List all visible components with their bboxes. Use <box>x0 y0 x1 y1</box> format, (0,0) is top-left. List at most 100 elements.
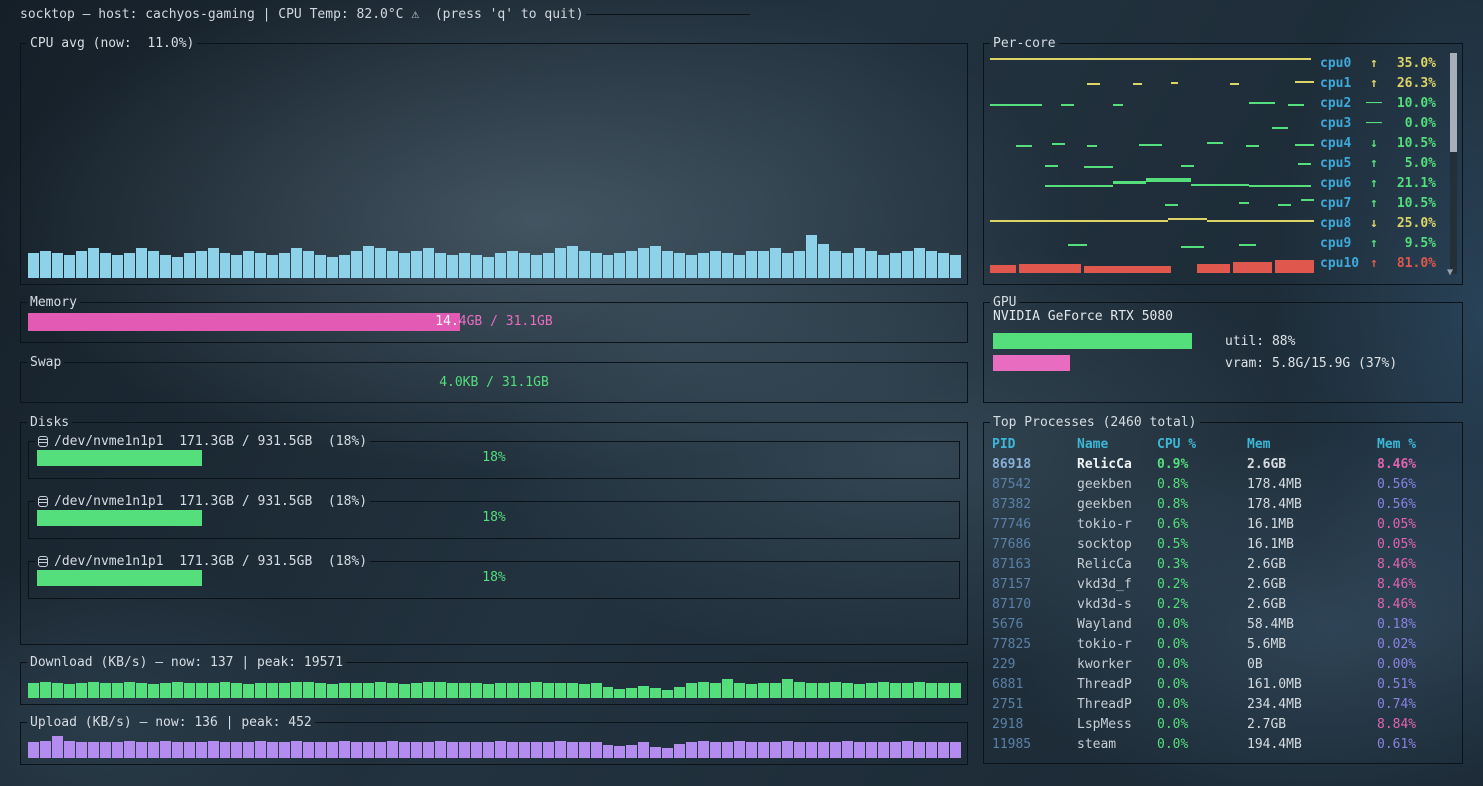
disk-icon <box>38 436 48 447</box>
histogram-bar <box>722 679 733 698</box>
spark-segment <box>1230 83 1240 85</box>
core-name: cpu0 <box>1320 56 1364 71</box>
histogram-bar <box>136 683 147 698</box>
histogram-bar <box>100 683 111 698</box>
histogram-bar <box>447 742 458 758</box>
core-sparkline <box>990 213 1314 233</box>
process-row: 87170vkd3d-s0.2%2.6GB8.46% <box>984 595 1462 615</box>
histogram-bar <box>220 682 231 698</box>
spark-segment <box>1181 165 1194 167</box>
top-processes-panel: Top Processes (2460 total) PID Name CPU … <box>983 422 1463 764</box>
histogram-bar <box>746 251 757 278</box>
gpu-util-gauge <box>993 333 1219 349</box>
per-core-scrollbar[interactable]: ▼ <box>1450 53 1457 274</box>
app-title: socktop — host: cachyos-gaming | CPU Tem… <box>20 7 586 22</box>
process-cell: 0B <box>1247 655 1377 675</box>
disk-usage-gauge: 18% <box>37 570 951 586</box>
histogram-bar <box>327 742 338 758</box>
histogram-bar <box>674 253 685 278</box>
histogram-bar <box>698 682 709 698</box>
histogram-bar <box>650 747 661 758</box>
gpu-vram-gauge <box>993 355 1219 371</box>
histogram-bar <box>543 742 554 758</box>
cpu-history-chart <box>28 49 960 278</box>
spark-segment <box>1139 144 1162 146</box>
per-core-panel-border: Per-core <box>983 34 1463 52</box>
process-cell: Wayland <box>1077 615 1157 635</box>
histogram-bar <box>76 251 87 278</box>
core-name: cpu7 <box>1320 196 1364 211</box>
scroll-down-icon[interactable]: ▼ <box>1447 267 1453 278</box>
core-trend-icon: ↓ <box>1364 216 1384 231</box>
process-cell: tokio-r <box>1077 515 1157 535</box>
process-row: 229kworker0.0%0B0.00% <box>984 655 1462 675</box>
disk-title: /dev/nvme1n1p1 171.3GB / 931.5GB (18%) <box>35 554 370 569</box>
spark-segment <box>1239 202 1249 204</box>
histogram-bar <box>148 742 159 759</box>
process-cell: 2751 <box>992 695 1077 715</box>
scrollbar-thumb[interactable] <box>1450 53 1457 152</box>
process-cell: vkd3d_f <box>1077 575 1157 595</box>
process-cell: 161.0MB <box>1247 675 1377 695</box>
histogram-bar <box>662 690 673 698</box>
core-row: cpu4↓10.5% <box>990 133 1436 153</box>
core-trend-icon: ↑ <box>1364 56 1384 71</box>
core-trend-icon: ── <box>1364 116 1384 131</box>
histogram-bar <box>112 255 123 278</box>
histogram-bar <box>950 255 961 278</box>
histogram-bar <box>758 251 769 278</box>
histogram-bar <box>543 683 554 698</box>
histogram-bar <box>555 248 566 278</box>
process-cell: 2.6GB <box>1247 455 1377 475</box>
histogram-bar <box>40 251 51 278</box>
histogram-bar <box>351 251 362 278</box>
core-trend-icon: ↑ <box>1364 156 1384 171</box>
histogram-bar <box>459 683 470 698</box>
histogram-bar <box>220 253 231 278</box>
process-row: 77825tokio-r0.0%5.6MB0.02% <box>984 635 1462 655</box>
gpu-vram-fill <box>993 355 1070 371</box>
process-cell: 194.4MB <box>1247 735 1377 755</box>
histogram-bar <box>112 683 123 698</box>
core-percent: 0.0% <box>1384 116 1436 131</box>
histogram-bar <box>519 742 530 759</box>
process-cell: 0.0% <box>1157 635 1247 655</box>
histogram-bar <box>758 683 769 698</box>
core-row: cpu10↑81.0% <box>990 253 1436 273</box>
disks-panel: Disks /dev/nvme1n1p1 171.3GB / 931.5GB (… <box>20 422 968 645</box>
core-sparkline <box>990 253 1314 273</box>
spark-segment <box>1246 145 1259 147</box>
core-sparkline <box>990 133 1314 153</box>
histogram-bar <box>830 251 841 278</box>
spark-segment <box>1113 104 1123 106</box>
histogram-bar <box>267 255 278 278</box>
histogram-bar <box>315 683 326 698</box>
histogram-bar <box>148 251 159 278</box>
histogram-bar <box>483 257 494 278</box>
histogram-bar <box>650 688 661 698</box>
core-row: cpu1↑26.3% <box>990 73 1436 93</box>
histogram-bar <box>722 253 733 278</box>
spark-segment <box>1181 246 1204 248</box>
histogram-bar <box>52 736 63 759</box>
core-row: cpu5↑5.0% <box>990 153 1436 173</box>
histogram-bar <box>830 682 841 698</box>
core-trend-icon: ↑ <box>1364 76 1384 91</box>
spark-segment <box>1288 104 1304 106</box>
process-cell: 234.4MB <box>1247 695 1377 715</box>
core-row: cpu7↑10.5% <box>990 193 1436 213</box>
histogram-bar <box>854 684 865 698</box>
core-percent: 10.5% <box>1384 196 1436 211</box>
process-cell: geekben <box>1077 495 1157 515</box>
disk-title: /dev/nvme1n1p1 171.3GB / 931.5GB (18%) <box>35 434 370 449</box>
histogram-bar <box>291 741 302 758</box>
histogram-bar <box>160 683 171 698</box>
histogram-bar <box>770 683 781 698</box>
process-cell: 2.6GB <box>1247 575 1377 595</box>
histogram-bar <box>914 682 925 698</box>
histogram-bar <box>818 683 829 698</box>
histogram-bar <box>902 251 913 278</box>
histogram-bar <box>519 683 530 698</box>
core-percent: 26.3% <box>1384 76 1436 91</box>
core-trend-icon: ↑ <box>1364 196 1384 211</box>
